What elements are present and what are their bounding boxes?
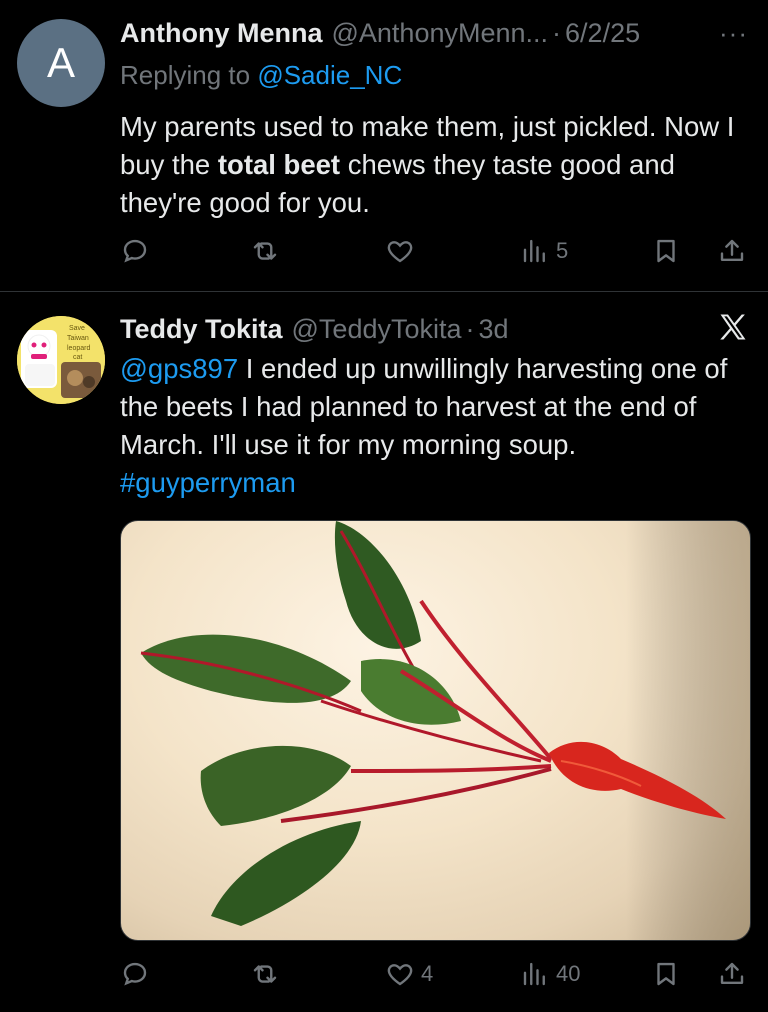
action-bar: 5 <box>120 231 752 271</box>
repost-icon <box>253 242 277 260</box>
replying-handle-link[interactable]: @Sadie_NC <box>257 60 402 90</box>
tweet-header: Teddy Tokita @TeddyTokita · 3d <box>120 314 509 345</box>
heart-icon <box>387 241 413 263</box>
hashtag-link[interactable]: #guyperryman <box>120 467 296 498</box>
like-button[interactable] <box>385 231 415 271</box>
action-bar: 4 40 <box>120 954 752 994</box>
views-icon <box>523 962 545 986</box>
repost-button[interactable] <box>250 954 280 994</box>
views-button[interactable]: 5 <box>520 231 568 271</box>
separator: · <box>552 18 562 48</box>
avatar-image: Save Taiwan leopard cat <box>17 316 105 404</box>
reply-button[interactable] <box>120 231 150 271</box>
views-icon <box>523 239 545 263</box>
avatar-letter: A <box>46 39 75 86</box>
repost-icon <box>253 965 277 983</box>
user-handle[interactable]: @AnthonyMenn... <box>332 18 549 49</box>
views-button[interactable]: 40 <box>520 954 580 994</box>
tweet-text: My parents used to make them, just pickl… <box>120 108 760 222</box>
x-logo-icon[interactable] <box>718 312 748 342</box>
tweet-header: Anthony Menna @AnthonyMenn... · 6/2/25 <box>120 18 640 49</box>
user-handle[interactable]: @TeddyTokita <box>292 314 462 345</box>
reply-button[interactable] <box>120 954 150 994</box>
bookmark-button[interactable] <box>651 954 681 994</box>
avatar[interactable]: Save Taiwan leopard cat <box>17 316 105 404</box>
avatar-text-line: cat <box>73 354 82 361</box>
avatar-text-line: Taiwan <box>67 335 89 342</box>
bookmark-icon <box>657 962 675 986</box>
reply-icon <box>123 239 147 263</box>
heart-icon <box>387 964 413 986</box>
tweet-anthony-menna[interactable]: A Anthony Menna @AnthonyMenn... · 6/2/25… <box>0 0 768 292</box>
share-icon <box>720 239 744 261</box>
mention-link[interactable]: @gps897 <box>120 353 238 384</box>
timestamp[interactable]: 3d <box>479 314 509 345</box>
more-options-icon[interactable]: ··· <box>719 18 748 49</box>
avatar-text-line: Save <box>69 325 85 332</box>
views-count: 40 <box>556 961 581 986</box>
display-name[interactable]: Teddy Tokita <box>120 314 283 345</box>
tweet-media-image[interactable] <box>120 520 751 941</box>
share-button[interactable] <box>717 231 747 271</box>
replying-prefix: Replying to <box>120 60 251 90</box>
like-count: 4 <box>421 961 434 986</box>
tweet-text-bold: total beet <box>217 149 341 180</box>
like-button[interactable]: 4 <box>385 954 433 994</box>
timestamp[interactable]: 6/2/25 <box>565 18 640 49</box>
share-icon <box>720 962 744 984</box>
bookmark-icon <box>657 239 675 263</box>
separator: · <box>465 314 475 344</box>
beet-photo <box>121 521 750 940</box>
repost-button[interactable] <box>250 231 280 271</box>
display-name[interactable]: Anthony Menna <box>120 18 323 49</box>
avatar[interactable]: A <box>17 19 105 107</box>
bookmark-button[interactable] <box>651 231 681 271</box>
tweet-teddy-tokita[interactable]: Save Taiwan leopard cat Teddy Tokita @Te… <box>0 292 768 1012</box>
replying-to: Replying to @Sadie_NC <box>120 60 402 91</box>
avatar-text-line: leopard <box>67 345 90 352</box>
reply-icon <box>123 962 147 986</box>
share-button[interactable] <box>717 954 747 994</box>
tweet-text: @gps897 I ended up unwillingly harvestin… <box>120 350 760 502</box>
views-count: 5 <box>556 238 569 263</box>
